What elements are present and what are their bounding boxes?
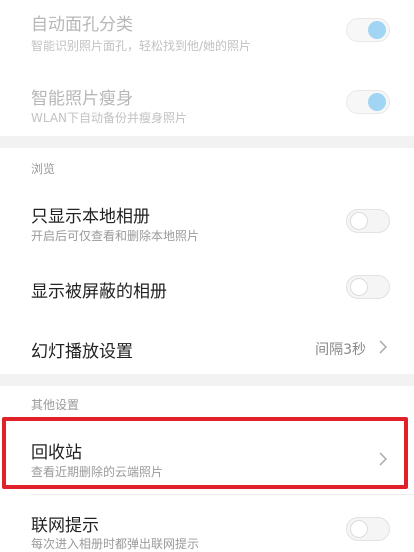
toggle-knob (350, 278, 368, 296)
setting-subtitle: WLAN下自动备份并瘦身照片 (31, 111, 188, 125)
toggle-knob (368, 93, 386, 111)
setting-subtitle: 每次进入相册时都弹出联网提示 (31, 537, 200, 551)
setting-title: 只显示本地相册 (31, 207, 150, 227)
setting-title: 联网提示 (31, 516, 99, 536)
setting-subtitle: 智能识别照片面孔，轻松找到他/她的照片 (31, 39, 252, 53)
setting-row-photo-slimming: 智能照片瘦身 WLAN下自动备份并瘦身照片 (0, 66, 414, 136)
other-section-header: 其他设置 (31, 398, 80, 412)
face-classification-toggle[interactable] (346, 18, 390, 42)
toggle-knob (350, 212, 368, 230)
toggle-knob (350, 520, 368, 538)
setting-subtitle: 开启后可仅查看和删除本地照片 (31, 229, 200, 243)
setting-row-recycle-bin[interactable]: 回收站 查看近期删除的云端照片 (0, 422, 414, 486)
setting-row-slideshow[interactable]: 幻灯播放设置 间隔3秒 (0, 319, 414, 374)
show-hidden-albums-toggle[interactable] (346, 275, 390, 299)
toggle-knob (368, 21, 386, 39)
setting-title: 回收站 (31, 443, 82, 463)
photo-slimming-toggle[interactable] (346, 90, 390, 114)
setting-row-face-classification: 自动面孔分类 智能识别照片面孔，轻松找到他/她的照片 (0, 0, 414, 66)
chevron-right-icon (379, 452, 388, 466)
setting-title: 自动面孔分类 (31, 15, 133, 35)
chevron-right-icon (379, 340, 388, 354)
setting-row-network-prompt[interactable]: 联网提示 每次进入相册时都弹出联网提示 (0, 495, 414, 552)
setting-row-show-hidden-albums[interactable]: 显示被屏蔽的相册 (0, 253, 414, 319)
other-section-header-row: 其他设置 (0, 386, 414, 422)
local-albums-only-toggle[interactable] (346, 209, 390, 233)
browse-section-header-row: 浏览 (0, 148, 414, 188)
setting-title: 显示被屏蔽的相册 (31, 282, 167, 302)
setting-title: 智能照片瘦身 (31, 89, 133, 109)
section-separator (0, 374, 414, 386)
network-prompt-toggle[interactable] (346, 517, 390, 541)
browse-section-header: 浏览 (31, 162, 56, 176)
setting-subtitle: 查看近期删除的云端照片 (31, 465, 164, 479)
section-separator (0, 136, 414, 148)
slideshow-interval-value: 间隔3秒 (315, 342, 366, 358)
setting-title: 幻灯播放设置 (31, 342, 133, 362)
setting-row-local-albums-only[interactable]: 只显示本地相册 开启后可仅查看和删除本地照片 (0, 188, 414, 253)
